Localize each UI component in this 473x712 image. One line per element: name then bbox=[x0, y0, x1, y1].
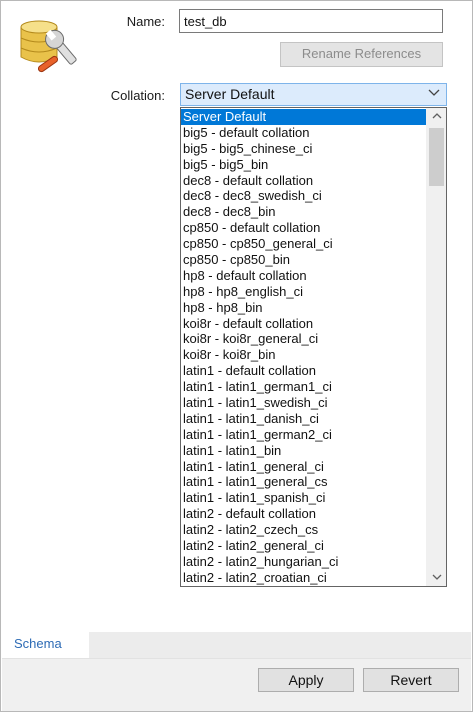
collation-label: Collation: bbox=[110, 88, 165, 103]
tab-schema[interactable]: Schema bbox=[2, 632, 89, 658]
collation-option[interactable]: latin1 - default collation bbox=[181, 363, 426, 379]
collation-option[interactable]: latin1 - latin1_german1_ci bbox=[181, 379, 426, 395]
dropdown-scrollbar[interactable] bbox=[426, 108, 446, 586]
collation-option[interactable]: koi8r - default collation bbox=[181, 316, 426, 332]
action-bar: Apply Revert bbox=[2, 658, 471, 711]
chevron-up-icon[interactable] bbox=[427, 108, 446, 125]
collation-option[interactable]: cp850 - default collation bbox=[181, 220, 426, 236]
schema-editor-panel: Name: Rename References Collation: Serve… bbox=[0, 0, 473, 712]
collation-option[interactable]: latin1 - latin1_danish_ci bbox=[181, 411, 426, 427]
scrollbar-thumb[interactable] bbox=[429, 128, 444, 186]
collation-option[interactable]: latin1 - latin1_general_cs bbox=[181, 474, 426, 490]
collation-option[interactable]: latin1 - latin1_swedish_ci bbox=[181, 395, 426, 411]
editor-tab-bar: Schema bbox=[2, 632, 471, 658]
collation-option[interactable]: big5 - big5_bin bbox=[181, 157, 426, 173]
collation-option[interactable]: cp850 - cp850_bin bbox=[181, 252, 426, 268]
collation-option[interactable]: latin2 - latin2_czech_cs bbox=[181, 522, 426, 538]
collation-option[interactable]: latin2 - latin2_hungarian_ci bbox=[181, 554, 426, 570]
collation-option[interactable]: latin1 - latin1_bin bbox=[181, 443, 426, 459]
collation-option[interactable]: latin1 - latin1_general_ci bbox=[181, 459, 426, 475]
collation-option[interactable]: dec8 - dec8_swedish_ci bbox=[181, 188, 426, 204]
apply-button[interactable]: Apply bbox=[258, 668, 354, 692]
collation-select[interactable]: Server Default bbox=[180, 83, 447, 106]
revert-button[interactable]: Revert bbox=[363, 668, 459, 692]
collation-option[interactable]: hp8 - default collation bbox=[181, 268, 426, 284]
rename-references-button[interactable]: Rename References bbox=[280, 42, 443, 67]
collation-option[interactable]: latin1 - latin1_german2_ci bbox=[181, 427, 426, 443]
collation-options: Server Default big5 - default collation bi… bbox=[181, 109, 426, 586]
name-label: Name: bbox=[126, 14, 165, 29]
collation-option[interactable]: hp8 - hp8_english_ci bbox=[181, 284, 426, 300]
collation-option[interactable]: latin2 - latin2_general_ci bbox=[181, 538, 426, 554]
collation-option[interactable]: big5 - default collation bbox=[181, 125, 426, 141]
collation-option[interactable]: dec8 - default collation bbox=[181, 173, 426, 189]
collation-option[interactable]: big5 - big5_chinese_ci bbox=[181, 141, 426, 157]
collation-selected-value: Server Default bbox=[185, 86, 275, 102]
collation-option[interactable]: hp8 - hp8_bin bbox=[181, 300, 426, 316]
collation-option[interactable]: dec8 - dec8_bin bbox=[181, 204, 426, 220]
collation-option[interactable]: koi8r - koi8r_general_ci bbox=[181, 331, 426, 347]
collation-option[interactable]: Server Default bbox=[181, 109, 426, 125]
collation-option[interactable]: koi8r - koi8r_bin bbox=[181, 347, 426, 363]
schema-name-input[interactable] bbox=[179, 9, 443, 33]
collation-dropdown-list[interactable]: Server Default big5 - default collation bi… bbox=[180, 107, 447, 587]
collation-option[interactable]: latin2 - default collation bbox=[181, 506, 426, 522]
collation-option[interactable]: cp850 - cp850_general_ci bbox=[181, 236, 426, 252]
collation-option[interactable]: latin1 - latin1_spanish_ci bbox=[181, 490, 426, 506]
chevron-down-icon[interactable] bbox=[428, 84, 440, 105]
chevron-down-icon[interactable] bbox=[427, 569, 446, 586]
collation-option[interactable]: latin2 - latin2_croatian_ci bbox=[181, 570, 426, 586]
